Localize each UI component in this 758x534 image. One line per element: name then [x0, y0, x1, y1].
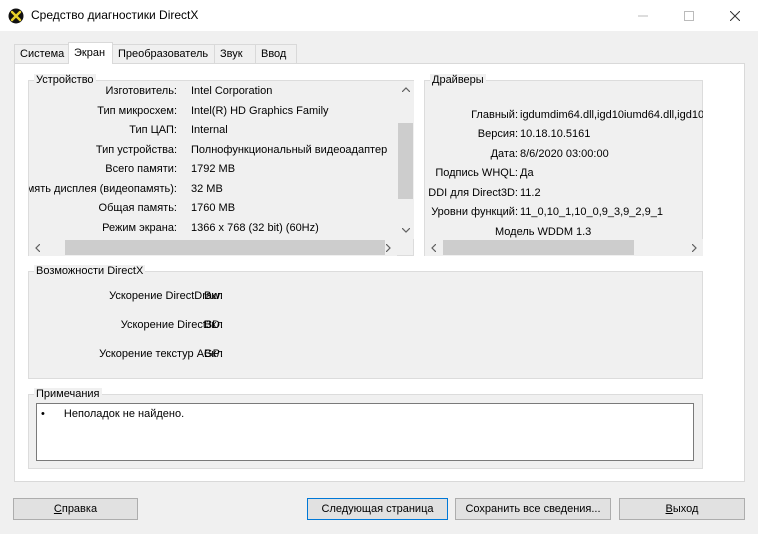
scroll-right-icon[interactable] — [380, 239, 397, 256]
drivers-horizontal-thumb[interactable] — [443, 240, 634, 255]
close-button[interactable] — [712, 0, 758, 31]
device-row: Тип устройства: Полнофункциональный виде… — [95, 144, 388, 156]
help-button[interactable]: Справка — [13, 498, 138, 520]
scroll-left-icon[interactable] — [29, 239, 46, 256]
feature-row: Ускорение DirectDraw: Вкл — [109, 290, 223, 302]
device-row: мять дисплея (видеопамять): 32 MB — [29, 183, 223, 195]
tab-system[interactable]: Система — [14, 44, 70, 63]
device-info-list: Изготовитель: Intel Corporation Тип микр… — [29, 81, 397, 239]
device-horizontal-scrollbar[interactable] — [29, 239, 397, 256]
device-row: Тип микросхем: Intel(R) HD Graphics Fami… — [97, 105, 329, 117]
device-horizontal-thumb[interactable] — [65, 240, 385, 255]
driver-row: DDI для Direct3D: 11.2 — [428, 187, 541, 199]
drivers-info-list: Главный: igdumdim64.dll,igd10iumd64.dll,… — [425, 81, 703, 239]
directx-features-group: Возможности DirectX Ускорение DirectDraw… — [28, 265, 703, 379]
maximize-button[interactable] — [666, 0, 712, 31]
notes-group-title: Примечания — [34, 388, 102, 401]
device-row: Тип ЦАП: Internal — [129, 124, 228, 136]
tab-display[interactable]: Экран — [68, 42, 113, 64]
exit-button[interactable]: Выход — [619, 498, 745, 520]
device-row: Всего памяти: 1792 MB — [105, 163, 236, 175]
driver-row: Уровни функций: 11_0,10_1,10_0,9_3,9_2,9… — [431, 206, 663, 218]
scroll-right-icon[interactable] — [686, 239, 703, 256]
tab-sound[interactable]: Звук — [214, 44, 256, 63]
driver-row: Главный: igdumdim64.dll,igd10iumd64.dll,… — [471, 109, 703, 121]
note-item: • Неполадок не найдено. — [41, 408, 185, 420]
driver-row: Версия: 10.18.10.5161 — [477, 128, 591, 140]
save-all-info-button[interactable]: Сохранить все сведения... — [455, 498, 611, 520]
driver-row: Подпись WHQL: Да — [435, 167, 534, 179]
minimize-icon — [638, 15, 648, 16]
device-vertical-scrollbar[interactable] — [397, 81, 414, 239]
driver-row: Дата: 8/6/2020 03:00:00 — [490, 148, 609, 160]
device-row: Общая память: 1760 MB — [98, 202, 236, 214]
tab-input[interactable]: Ввод — [255, 44, 297, 63]
device-row: Режим экрана: 1366 x 768 (32 bit) (60Hz) — [102, 222, 319, 234]
dxdiag-window: Средство диагностики DirectX Система Экр… — [0, 0, 758, 534]
drivers-group: Драйверы Главный: igdumdim64.dll,igd10iu… — [424, 74, 703, 256]
drivers-horizontal-scrollbar[interactable] — [425, 239, 703, 256]
tab-render[interactable]: Преобразователь — [112, 44, 215, 63]
notes-textbox[interactable]: • Неполадок не найдено. — [36, 403, 694, 461]
next-page-button[interactable]: Следующая страница — [307, 498, 448, 520]
device-vertical-thumb[interactable] — [398, 123, 413, 199]
features-group-title: Возможности DirectX — [34, 265, 146, 278]
maximize-icon — [684, 10, 694, 21]
close-icon — [730, 10, 740, 21]
scroll-down-icon[interactable] — [397, 222, 414, 239]
feature-row: Ускорение текстур AGP: Вкл — [99, 348, 223, 360]
directx-x-icon — [8, 8, 24, 24]
window-title: Средство диагностики DirectX — [31, 8, 199, 22]
bullet-icon: • — [41, 408, 45, 420]
feature-row: Ускорение Direct3D: Вкл — [120, 319, 223, 331]
minimize-button[interactable] — [620, 0, 666, 31]
scroll-left-icon[interactable] — [425, 239, 442, 256]
device-row: Изготовитель: Intel Corporation — [105, 85, 273, 97]
scroll-up-icon[interactable] — [397, 81, 414, 98]
driver-row: Модель WDDM 1.3 — [495, 226, 592, 238]
device-group: Устройство Изготовитель: Intel Corporati… — [28, 74, 414, 256]
title-bar: Средство диагностики DirectX — [0, 0, 758, 31]
